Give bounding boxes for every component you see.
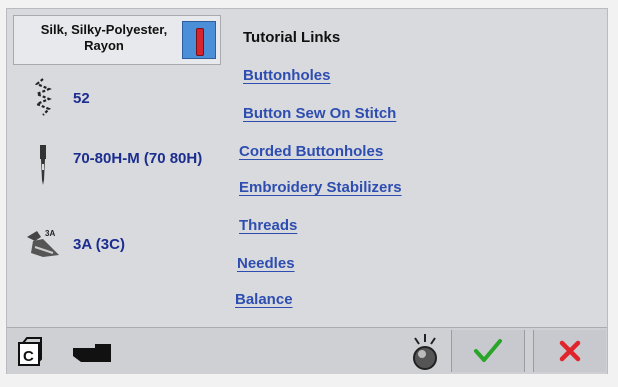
presser-foot-value: 3A (3C) — [73, 236, 125, 253]
stitch-length-row: 52 — [21, 75, 90, 119]
svg-text:C: C — [23, 348, 34, 365]
needle-icon — [21, 143, 65, 187]
needle-value: 70-80H-M (70 80H) — [73, 150, 203, 167]
fabric-label: Silk, Silky-Polyester, Rayon — [40, 22, 168, 53]
hand-pointer-button[interactable] — [69, 340, 115, 366]
tutorial-title: Tutorial Links — [243, 29, 341, 46]
stitch-length-icon — [21, 75, 65, 119]
close-x-icon — [559, 340, 581, 362]
fabric-selector[interactable]: Silk, Silky-Polyester, Rayon — [13, 15, 221, 65]
sound-knob-icon — [413, 334, 437, 370]
link-buttonholes[interactable]: Buttonholes — [243, 67, 331, 84]
link-corded-buttonholes[interactable]: Corded Buttonholes — [239, 143, 383, 160]
bottom-toolbar: C — [7, 327, 607, 374]
link-embroidery-stabilizers[interactable]: Embroidery Stabilizers — [239, 179, 402, 196]
c-card-button[interactable]: C — [15, 336, 47, 368]
confirm-button[interactable] — [451, 330, 525, 372]
sound-knob-button[interactable] — [409, 332, 441, 372]
presser-foot-icon: 3A — [21, 223, 65, 267]
link-button-sew-on-stitch[interactable]: Button Sew On Stitch — [243, 105, 396, 122]
sewing-advisor-screen: Silk, Silky-Polyester, Rayon 52 70-80H-M… — [6, 8, 608, 374]
fabric-swatch[interactable] — [182, 21, 216, 59]
checkmark-icon — [474, 339, 502, 362]
sewing-settings-panel: Silk, Silky-Polyester, Rayon 52 70-80H-M… — [7, 9, 229, 327]
stitch-length-value: 52 — [73, 90, 90, 107]
link-threads[interactable]: Threads — [239, 217, 297, 234]
needle-red-icon — [196, 28, 204, 56]
cancel-button[interactable] — [533, 330, 606, 372]
link-needles[interactable]: Needles — [237, 255, 295, 272]
c-card-icon: C — [18, 337, 42, 366]
svg-text:3A: 3A — [45, 229, 55, 238]
link-balance[interactable]: Balance — [235, 291, 293, 308]
needle-row: 70-80H-M (70 80H) — [21, 143, 213, 187]
presser-foot-row: 3A 3A (3C) — [21, 223, 125, 267]
hand-pointer-icon — [73, 344, 111, 362]
